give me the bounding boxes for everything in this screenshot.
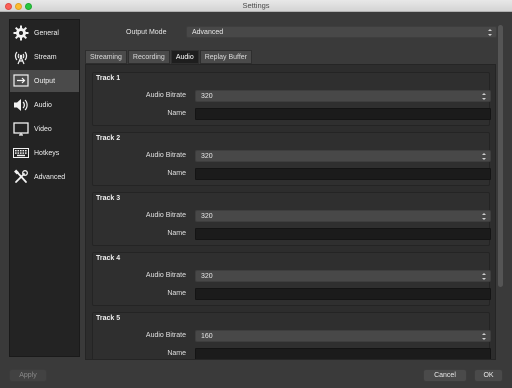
- audio-bitrate-value: 320: [201, 273, 213, 280]
- select-arrows-icon: [481, 212, 487, 221]
- output-mode-select[interactable]: Advanced: [186, 26, 497, 38]
- tab-streaming[interactable]: Streaming: [85, 50, 127, 64]
- track-name-input[interactable]: [195, 108, 491, 120]
- gear-icon: [12, 24, 30, 42]
- sidebar-item-label: Hotkeys: [34, 149, 60, 157]
- sidebar-item-advanced[interactable]: Advanced: [10, 166, 79, 188]
- output-tabs: Streaming Recording Audio Replay Buffer: [85, 50, 253, 64]
- audio-bitrate-label: Audio Bitrate: [145, 272, 186, 279]
- audio-bitrate-select[interactable]: 160: [195, 330, 491, 342]
- track-group: Track 4 Audio Bitrate 320 Name: [92, 252, 491, 306]
- select-arrows-icon: [481, 272, 487, 281]
- tools-icon: [12, 168, 30, 186]
- track-name-input[interactable]: [195, 228, 491, 240]
- track-title: Track 1: [96, 75, 121, 82]
- speaker-icon: [12, 96, 30, 114]
- name-label: Name: [167, 350, 186, 357]
- sidebar-item-label: Stream: [34, 53, 57, 61]
- audio-bitrate-value: 320: [201, 213, 213, 220]
- name-label: Name: [167, 170, 186, 177]
- track-title: Track 5: [96, 315, 121, 322]
- vertical-scrollbar[interactable]: [498, 25, 503, 287]
- audio-bitrate-select[interactable]: 320: [195, 150, 491, 162]
- audio-bitrate-select[interactable]: 320: [195, 210, 491, 222]
- sidebar-item-video[interactable]: Video: [10, 118, 79, 140]
- cancel-button[interactable]: Cancel: [423, 369, 467, 382]
- track-group: Track 1 Audio Bitrate 320 Name: [92, 72, 491, 126]
- sidebar-item-label: Video: [34, 125, 52, 133]
- sidebar-item-label: Audio: [34, 101, 52, 109]
- ok-button[interactable]: OK: [474, 369, 503, 382]
- audio-bitrate-select[interactable]: 320: [195, 270, 491, 282]
- track-title: Track 2: [96, 135, 121, 142]
- track-name-input[interactable]: [195, 168, 491, 180]
- keyboard-icon: [12, 144, 30, 162]
- track-name-input[interactable]: [195, 348, 491, 359]
- name-label: Name: [167, 110, 186, 117]
- tab-recording[interactable]: Recording: [127, 50, 170, 64]
- audio-bitrate-value: 160: [201, 333, 213, 340]
- monitor-icon: [12, 120, 30, 138]
- audio-bitrate-value: 320: [201, 93, 213, 100]
- audio-bitrate-value: 320: [201, 153, 213, 160]
- select-arrows-icon: [481, 92, 487, 101]
- output-icon: [12, 72, 30, 90]
- track-group: Track 3 Audio Bitrate 320 Name: [92, 192, 491, 246]
- sidebar-item-output[interactable]: Output: [10, 70, 79, 92]
- sidebar-item-general[interactable]: General: [10, 22, 79, 44]
- audio-bitrate-select[interactable]: 320: [195, 90, 491, 102]
- tab-audio[interactable]: Audio: [170, 50, 199, 64]
- audio-bitrate-label: Audio Bitrate: [145, 332, 186, 339]
- sidebar-item-audio[interactable]: Audio: [10, 94, 79, 116]
- output-mode-label: Output Mode: [126, 29, 167, 36]
- sidebar-item-label: Advanced: [34, 173, 66, 181]
- tab-replay-buffer[interactable]: Replay Buffer: [199, 50, 253, 64]
- track-title: Track 3: [96, 195, 121, 202]
- select-arrows-icon: [481, 332, 487, 341]
- title-bar: Settings: [0, 0, 512, 12]
- track-name-input[interactable]: [195, 288, 491, 300]
- output-mode-value: Advanced: [192, 29, 224, 36]
- select-arrows-icon: [481, 152, 487, 161]
- window-title: Settings: [242, 1, 270, 10]
- audio-bitrate-label: Audio Bitrate: [145, 212, 186, 219]
- sidebar-item-stream[interactable]: Stream: [10, 46, 79, 68]
- track-group: Track 5 Audio Bitrate 160 Name: [92, 312, 491, 359]
- name-label: Name: [167, 230, 186, 237]
- broadcast-tower-icon: [12, 48, 30, 66]
- select-arrows-icon: [487, 28, 493, 37]
- audio-bitrate-label: Audio Bitrate: [145, 152, 186, 159]
- sidebar-item-hotkeys[interactable]: Hotkeys: [10, 142, 79, 164]
- audio-bitrate-label: Audio Bitrate: [145, 92, 186, 99]
- track-group: Track 2 Audio Bitrate 320 Name: [92, 132, 491, 186]
- apply-button[interactable]: Apply: [9, 369, 47, 382]
- sidebar-item-label: General: [34, 29, 59, 37]
- audio-tab-panel: Track 1 Audio Bitrate 320 Name Track 2 A…: [85, 64, 496, 360]
- settings-sidebar: General Stream Output Audio Video Hotkey…: [9, 19, 80, 357]
- sidebar-item-label: Output: [34, 77, 56, 85]
- track-title: Track 4: [96, 255, 121, 262]
- name-label: Name: [167, 290, 186, 297]
